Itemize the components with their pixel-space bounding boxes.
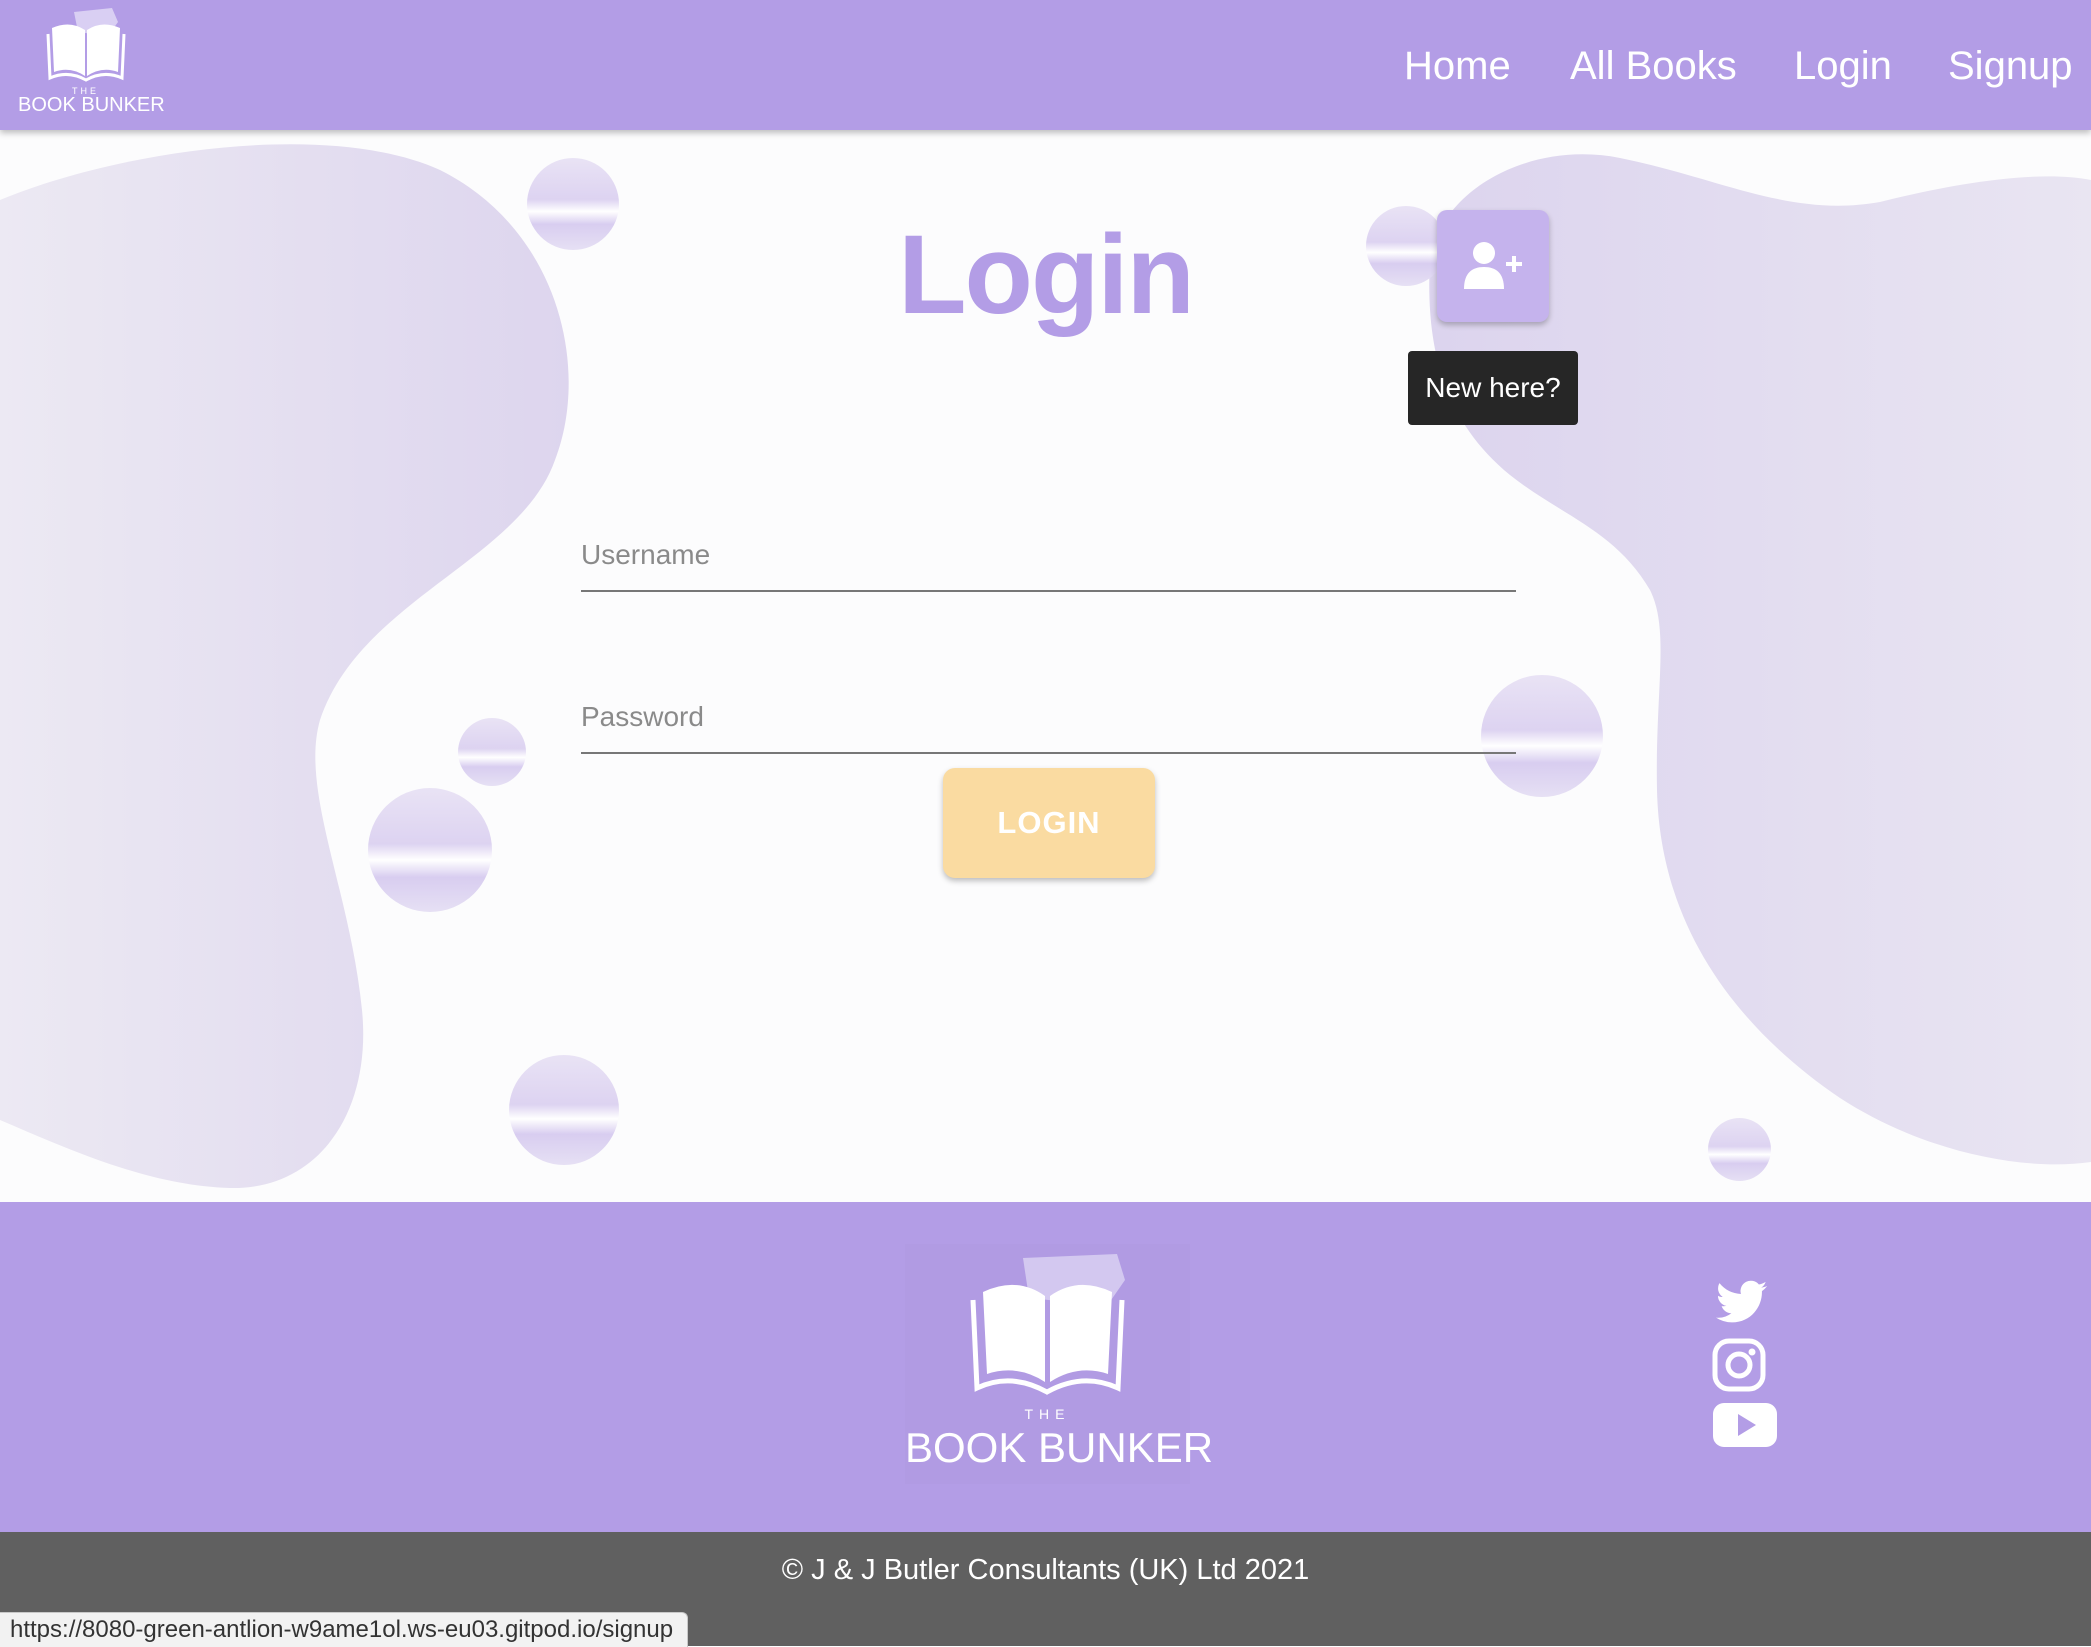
user-plus-icon: [1464, 242, 1522, 289]
copyright-text: © J & J Butler Consultants (UK) Ltd 2021: [781, 1554, 1310, 1586]
decorative-bubble: [509, 1055, 619, 1165]
status-bar-url: https://8080-green-antlion-w9ame1ol.ws-e…: [0, 1612, 689, 1647]
nav-all-books[interactable]: All Books: [1570, 42, 1737, 90]
login-button[interactable]: LOGIN: [943, 768, 1155, 878]
tooltip-new-here: New here?: [1408, 351, 1578, 425]
instagram-icon: [1712, 1338, 1766, 1392]
nav-login[interactable]: Login: [1794, 42, 1892, 90]
brand-logo[interactable]: THE BOOK BUNKER: [18, 6, 165, 118]
open-book-icon: [970, 1254, 1125, 1395]
password-field: [581, 682, 1516, 754]
username-field: [581, 520, 1516, 592]
brand-name: BOOK BUNKER: [18, 94, 165, 116]
decorative-bubble: [1708, 1118, 1771, 1181]
navbar: THE BOOK BUNKER Home All Books Login Sig…: [0, 0, 2091, 130]
signup-icon-button[interactable]: [1437, 210, 1549, 322]
footer-logo-the: THE: [1024, 1406, 1071, 1422]
nav-signup[interactable]: Signup: [1948, 42, 2073, 90]
youtube-link[interactable]: [1712, 1402, 1778, 1456]
page-title: Login: [898, 212, 1195, 337]
twitter-link[interactable]: [1712, 1276, 1778, 1330]
decorative-bubble: [458, 718, 526, 786]
nav-home[interactable]: Home: [1404, 42, 1511, 90]
instagram-link[interactable]: [1712, 1338, 1778, 1392]
decorative-bubble: [368, 788, 492, 912]
footer-logo: THE BOOK BUNKER: [905, 1244, 1214, 1484]
username-input[interactable]: [581, 520, 1516, 590]
password-input[interactable]: [581, 682, 1516, 752]
login-section: Login New here? LOGIN: [0, 130, 2091, 1202]
footer: THE BOOK BUNKER: [0, 1202, 2091, 1532]
twitter-icon: [1716, 1280, 1768, 1323]
open-book-icon: [46, 8, 126, 82]
footer-logo-name: BOOK BUNKER: [905, 1424, 1214, 1471]
youtube-icon: [1713, 1403, 1777, 1447]
